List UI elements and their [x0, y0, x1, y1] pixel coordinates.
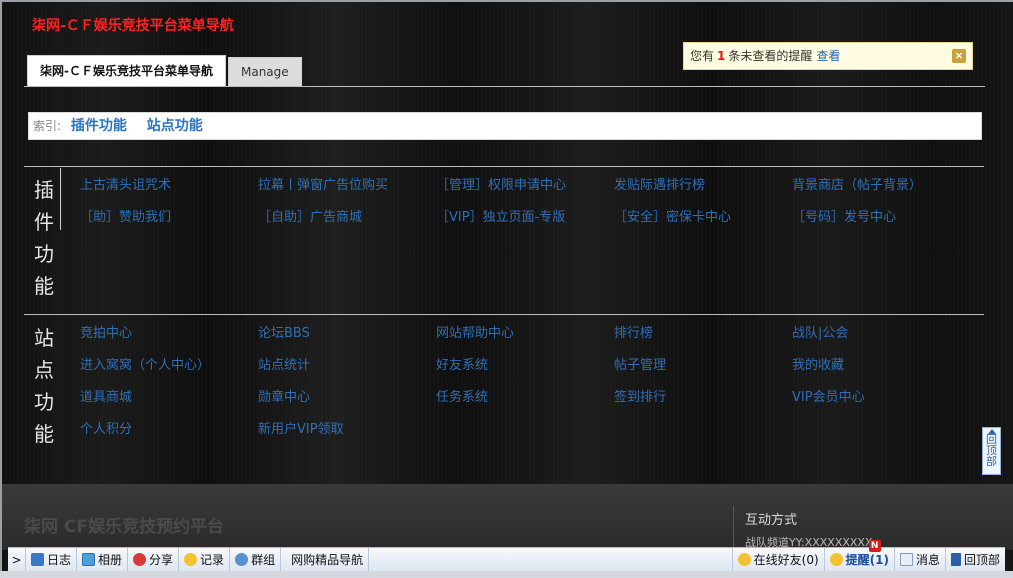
link-ad-mall[interactable]: ［自助］广告商城 — [258, 206, 362, 225]
link-help-center[interactable]: 网站帮助中心 — [436, 322, 514, 341]
online-friends-label: 在线好友(0) — [753, 553, 819, 567]
link-site-stats[interactable]: 站点统计 — [258, 354, 310, 373]
notice-view-link[interactable]: 查看 — [816, 49, 840, 63]
album-icon — [82, 553, 96, 566]
notice-prefix: 您有 — [690, 49, 715, 63]
footer-divider — [733, 506, 734, 550]
footer-contact-title: 互动方式 — [745, 513, 798, 528]
link-post-management[interactable]: 帖子管理 — [614, 354, 666, 373]
link-ad-purchase[interactable]: 拉幕丨弹窗广告位购买 — [258, 174, 388, 193]
toolbar-toggle[interactable]: > — [8, 547, 26, 572]
toolbar-back-top[interactable]: 回顶部 — [946, 548, 1005, 572]
toolbar-share[interactable]: 分享 — [128, 547, 180, 572]
toolbar-group-label: 群组 — [251, 553, 276, 567]
toolbar-album-label: 相册 — [98, 553, 123, 567]
link-personal-center[interactable]: 进入窝窝（个人中心） — [80, 354, 210, 373]
blog-icon — [31, 553, 44, 566]
section-label-char: 插 — [34, 178, 54, 202]
back-top-icon — [950, 553, 961, 566]
link-background-store[interactable]: 背景商店（帖子背景） — [792, 174, 922, 193]
section-side-bar — [60, 168, 61, 230]
notice-count: 1 — [717, 49, 726, 63]
link-security-card[interactable]: ［安全］密保卡中心 — [614, 206, 731, 225]
index-label: 索引: — [33, 119, 62, 133]
section-label-char: 功 — [34, 242, 54, 266]
link-personal-points[interactable]: 个人积分 — [80, 418, 132, 437]
link-number-center[interactable]: ［号码］发号中心 — [792, 206, 896, 225]
envelope-icon — [899, 553, 913, 566]
back-to-top-label: 回顶部 — [986, 433, 997, 468]
tab-strip: 柒网-ＣＦ娱乐竞技平台菜单导航 Manage — [27, 55, 302, 86]
link-forum-bbs[interactable]: 论坛BBS — [258, 322, 310, 341]
toolbar-online-friends[interactable]: 在线好友(0) — [733, 547, 825, 572]
link-signin-ranking[interactable]: 签到排行 — [614, 386, 666, 405]
link-shanggu-curse[interactable]: 上古清头诅咒术 — [80, 174, 171, 193]
tab-menu-navigation[interactable]: 柒网-ＣＦ娱乐竞技平台菜单导航 — [27, 55, 226, 86]
message-label: 消息 — [915, 553, 940, 567]
footer-brand: 柒网 CF娱乐竞技预约平台 — [24, 517, 225, 537]
toolbar-remind[interactable]: 提醒(1) N — [825, 539, 895, 572]
toolbar-message[interactable]: 消息 — [895, 547, 946, 572]
toolbar-record-label: 记录 — [200, 553, 225, 567]
arrow-up-icon — [988, 429, 996, 434]
heart-icon — [133, 553, 147, 566]
new-badge: N — [868, 539, 881, 552]
tab-manage[interactable]: Manage — [227, 57, 302, 86]
link-my-favorites[interactable]: 我的收藏 — [792, 354, 844, 373]
footer-contact-line: 战队频道YY:XXXXXXXXX — [745, 536, 873, 548]
footer: 柒网 CF娱乐竞技预约平台 互动方式 战队频道YY:XXXXXXXXX — [2, 484, 1013, 550]
toolbar-album[interactable]: 相册 — [77, 547, 129, 572]
friends-icon — [737, 553, 751, 566]
link-friend-system[interactable]: 好友系统 — [436, 354, 488, 373]
index-link-site[interactable]: 站点功能 — [147, 118, 203, 134]
link-sponsor-us[interactable]: ［助］赞助我们 — [80, 206, 171, 225]
toolbar-blog-label: 日志 — [47, 553, 72, 567]
link-rankings[interactable]: 排行榜 — [614, 322, 653, 341]
section-divider — [24, 314, 984, 315]
link-vip-center[interactable]: VIP会员中心 — [792, 386, 865, 405]
notice-suffix: 条未查看的提醒 — [728, 49, 813, 63]
toolbar-record[interactable]: 记录 — [179, 547, 231, 572]
speech-bubble-icon — [184, 553, 198, 566]
section-label-site: 站 点 功 能 — [24, 322, 64, 450]
back-to-top-button[interactable]: 回顶部 — [982, 427, 1001, 475]
section-label-char: 点 — [34, 358, 54, 382]
toolbar-group[interactable]: 群组 — [230, 547, 282, 572]
link-new-user-vip[interactable]: 新用户VIP领取 — [258, 418, 344, 437]
close-icon[interactable]: × — [952, 49, 966, 63]
link-clan-guild[interactable]: 战队|公会 — [792, 322, 848, 341]
section-divider — [24, 166, 984, 167]
index-bar: 索引: 插件功能 站点功能 — [28, 112, 982, 140]
group-icon — [235, 553, 249, 566]
page-frame: 柒网-ＣＦ娱乐竞技平台菜单导航 柒网-ＣＦ娱乐竞技平台菜单导航 Manage 您… — [0, 0, 1013, 578]
toolbar-shopping-nav[interactable]: 网购精品导航 — [281, 547, 370, 572]
link-task-system[interactable]: 任务系统 — [436, 386, 488, 405]
back-top-label: 回顶部 — [963, 553, 1000, 567]
link-item-mall[interactable]: 道具商城 — [80, 386, 132, 405]
link-post-ranking[interactable]: 发贴际遇排行榜 — [614, 174, 705, 193]
window-bottom-edge — [0, 571, 1013, 578]
toolbar-spacer — [369, 547, 733, 572]
site-title: 柒网-ＣＦ娱乐竞技平台菜单导航 — [32, 18, 234, 34]
reminder-notice: 您有 1 条未查看的提醒 查看 × — [683, 42, 973, 70]
link-auction-center[interactable]: 竞拍中心 — [80, 322, 132, 341]
section-label-char: 能 — [34, 274, 54, 298]
index-link-plugins[interactable]: 插件功能 — [71, 118, 127, 134]
link-medal-center[interactable]: 勋章中心 — [258, 386, 310, 405]
toolbar-blog[interactable]: 日志 — [26, 547, 78, 572]
section-label-plugins: 插 件 功 能 — [24, 174, 64, 302]
section-label-char: 件 — [34, 210, 54, 234]
link-permission-center[interactable]: ［管理］权限申请中心 — [436, 174, 566, 193]
lightbulb-icon — [829, 553, 843, 566]
section-label-char: 能 — [34, 422, 54, 446]
remind-label: 提醒(1) — [845, 553, 889, 567]
section-label-char: 功 — [34, 390, 54, 414]
link-vip-page[interactable]: ［VIP］独立页面-专版 — [436, 206, 565, 225]
section-label-char: 站 — [34, 326, 54, 350]
bottom-toolbar: > 日志 相册 分享 记录 群组 网购精品导航 在线好友(0) 提醒(1) N … — [8, 539, 1005, 572]
tab-divider — [24, 86, 985, 87]
toolbar-share-label: 分享 — [149, 553, 174, 567]
